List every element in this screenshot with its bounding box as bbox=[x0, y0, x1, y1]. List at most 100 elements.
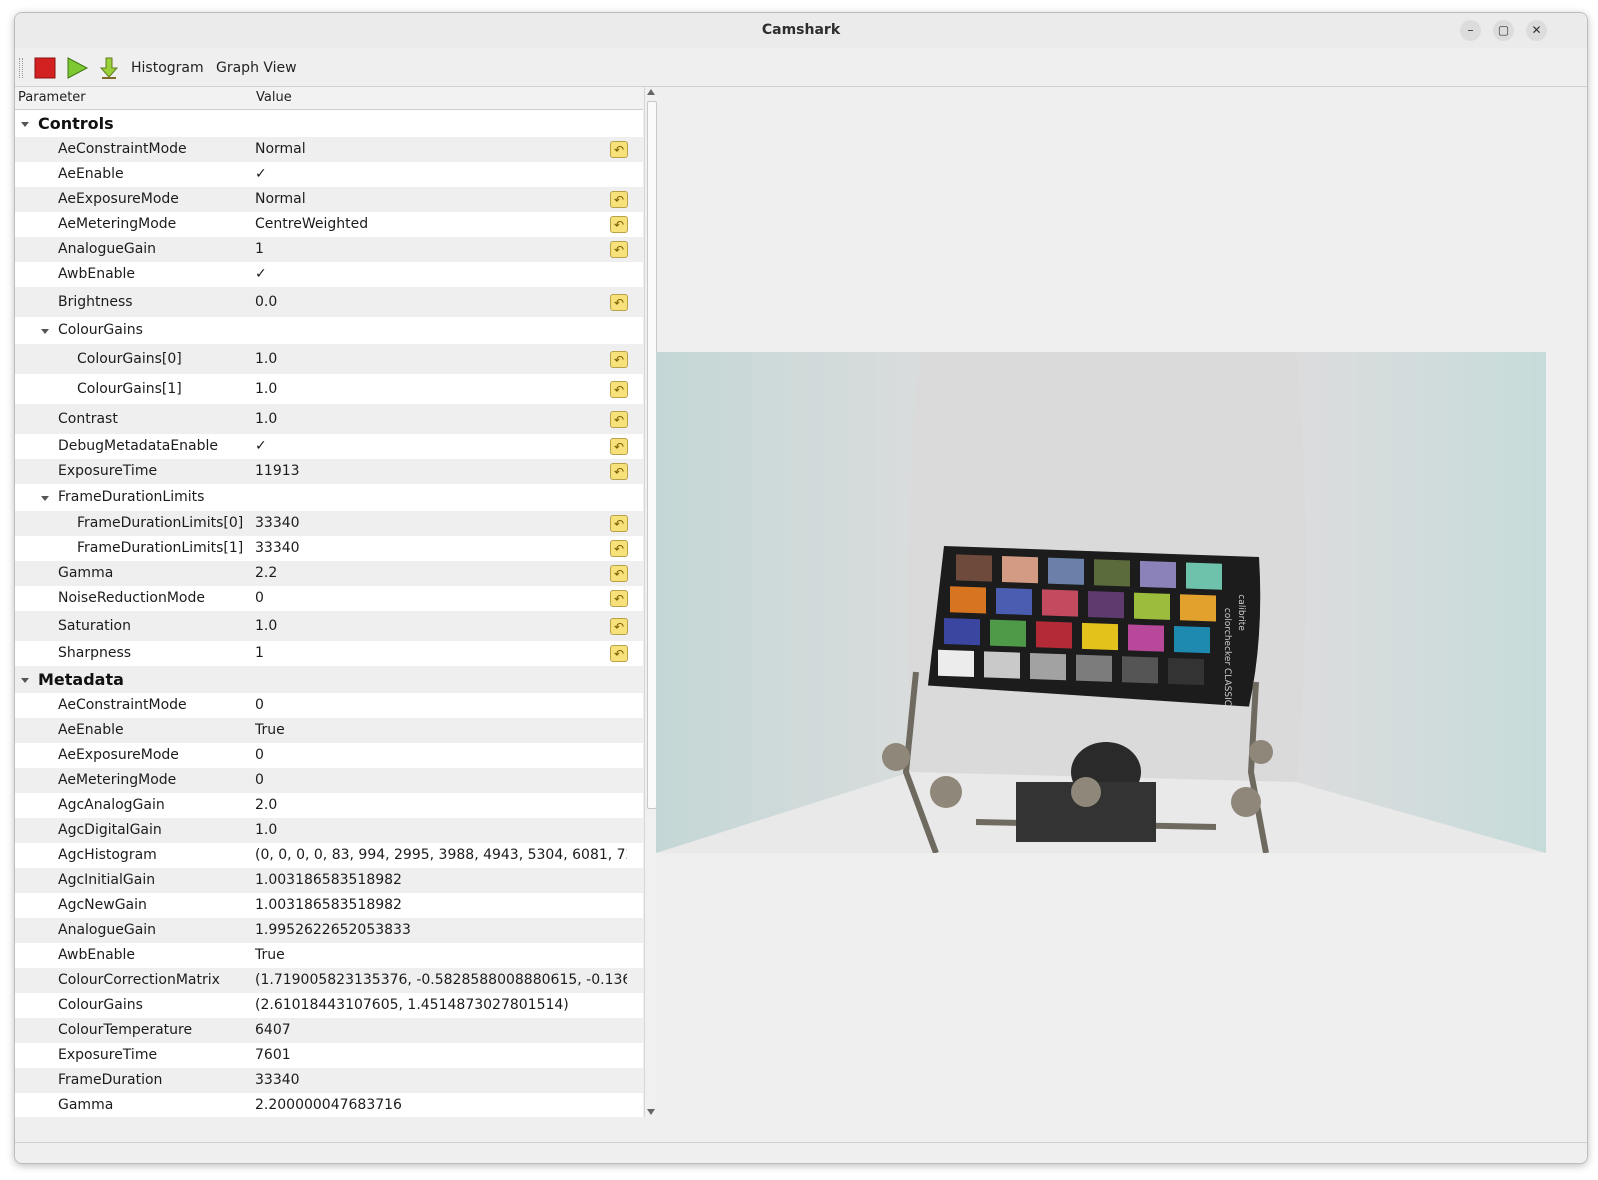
tree-row[interactable]: Gamma 2.2 ↶ bbox=[15, 561, 643, 586]
tree-row[interactable]: Brightness 0.0 ↶ bbox=[15, 287, 643, 317]
tree-row-value[interactable]: 33340 bbox=[255, 536, 627, 561]
tree-row[interactable]: ColourCorrectionMatrix (1.719005823135376… bbox=[15, 968, 643, 993]
tree-row-value[interactable]: Normal bbox=[255, 137, 627, 162]
tree-row[interactable]: FrameDurationLimits[0] 33340 ↶ bbox=[15, 511, 643, 536]
tree-section-row[interactable]: Controls bbox=[15, 110, 643, 137]
tree-row-value[interactable]: 1.0 bbox=[255, 374, 627, 404]
tree-row[interactable]: AnalogueGain 1.9952622652053833 bbox=[15, 918, 643, 943]
tree-row-value[interactable]: (0, 0, 0, 0, 83, 994, 2995, 3988, 4943, … bbox=[255, 843, 627, 868]
tree-row-value[interactable]: 1 bbox=[255, 641, 627, 666]
histogram-button[interactable]: Histogram bbox=[131, 58, 204, 78]
column-header-value[interactable]: Value bbox=[256, 90, 292, 105]
play-button[interactable] bbox=[65, 56, 89, 80]
column-header-parameter[interactable]: Parameter bbox=[18, 90, 86, 105]
maximize-button[interactable]: ▢ bbox=[1493, 20, 1514, 41]
tree-row[interactable]: AgcInitialGain 1.003186583518982 bbox=[15, 868, 643, 893]
tree-row-value[interactable]: 0 bbox=[255, 743, 627, 768]
tree-row-value[interactable]: (1.719005823135376, -0.5828588008880615,… bbox=[255, 968, 627, 993]
tree-row-value[interactable]: 1.0 bbox=[255, 344, 627, 374]
tree-row[interactable]: ColourTemperature 6407 bbox=[15, 1018, 643, 1043]
tree-row-value[interactable]: 33340 bbox=[255, 511, 627, 536]
reset-icon[interactable]: ↶ bbox=[610, 590, 628, 607]
reset-icon[interactable]: ↶ bbox=[610, 293, 628, 311]
collapse-arrow-icon[interactable] bbox=[21, 677, 29, 683]
tree-row[interactable]: FrameDuration 33340 bbox=[15, 1068, 643, 1093]
tree-row-value[interactable]: 7601 bbox=[255, 1043, 627, 1068]
tree-row[interactable]: AgcHistogram (0, 0, 0, 0, 83, 994, 2995, … bbox=[15, 843, 643, 868]
reset-icon[interactable]: ↶ bbox=[610, 645, 628, 662]
tree-row[interactable]: ExposureTime 11913 ↶ bbox=[15, 459, 643, 484]
tree-row-value[interactable]: (2.61018443107605, 1.4514873027801514) bbox=[255, 993, 627, 1018]
tree-row-value[interactable]: CentreWeighted bbox=[255, 212, 627, 237]
tree-row-checkbox[interactable]: ✓ bbox=[255, 434, 627, 459]
reset-icon[interactable]: ↶ bbox=[610, 350, 628, 368]
reset-icon[interactable]: ↶ bbox=[610, 241, 628, 258]
graph-view-button[interactable]: Graph View bbox=[216, 58, 297, 78]
tree-row-value[interactable]: 2.0 bbox=[255, 793, 627, 818]
tree-row-value[interactable]: 11913 bbox=[255, 459, 627, 484]
reset-icon[interactable]: ↶ bbox=[610, 141, 628, 158]
tree-row-value[interactable]: 2.200000047683716 bbox=[255, 1093, 627, 1117]
tree-row-value[interactable]: 1.003186583518982 bbox=[255, 868, 627, 893]
tree-row[interactable]: AeExposureMode Normal ↶ bbox=[15, 187, 643, 212]
tree-row-value[interactable]: 1.0 bbox=[255, 611, 627, 641]
tree-row-value[interactable]: 1.003186583518982 bbox=[255, 893, 627, 918]
toolbar-grip-icon[interactable] bbox=[19, 58, 23, 78]
reset-icon[interactable]: ↶ bbox=[610, 515, 628, 532]
tree-row[interactable]: Saturation 1.0 ↶ bbox=[15, 611, 643, 641]
reset-icon[interactable]: ↶ bbox=[610, 410, 628, 428]
tree-row[interactable]: DebugMetadataEnable ✓ ↶ bbox=[15, 434, 643, 459]
tree-row[interactable]: AeEnable ✓ bbox=[15, 162, 643, 187]
download-button[interactable] bbox=[97, 56, 121, 80]
scroll-up-icon[interactable] bbox=[647, 89, 655, 95]
tree-row-value[interactable]: 1.0 bbox=[255, 818, 627, 843]
tree-row[interactable]: AwbEnable True bbox=[15, 943, 643, 968]
reset-icon[interactable]: ↶ bbox=[610, 617, 628, 635]
tree-section-row[interactable]: Metadata bbox=[15, 666, 643, 693]
reset-icon[interactable]: ↶ bbox=[610, 216, 628, 233]
collapse-arrow-icon[interactable] bbox=[41, 495, 49, 501]
tree-row[interactable]: AeExposureMode 0 bbox=[15, 743, 643, 768]
tree-row-value[interactable]: 0 bbox=[255, 693, 627, 718]
tree-row-value[interactable]: 0.0 bbox=[255, 287, 627, 317]
tree-row[interactable]: Contrast 1.0 ↶ bbox=[15, 404, 643, 434]
reset-icon[interactable]: ↶ bbox=[610, 380, 628, 398]
tree-row-value[interactable]: 1.0 bbox=[255, 404, 627, 434]
tree-row[interactable]: NoiseReductionMode 0 ↶ bbox=[15, 586, 643, 611]
stop-button[interactable] bbox=[33, 56, 57, 80]
tree-row[interactable]: AgcDigitalGain 1.0 bbox=[15, 818, 643, 843]
reset-icon[interactable]: ↶ bbox=[610, 565, 628, 582]
tree-row-value[interactable]: 0 bbox=[255, 768, 627, 793]
tree-row-value[interactable]: Normal bbox=[255, 187, 627, 212]
tree-row-value[interactable]: 33340 bbox=[255, 1068, 627, 1093]
tree-row[interactable]: ColourGains bbox=[15, 317, 643, 344]
parameter-tree[interactable]: Parameter Value Controls AeConstraintMode… bbox=[15, 87, 643, 1117]
tree-row-value[interactable]: 1 bbox=[255, 237, 627, 262]
tree-row[interactable]: ColourGains[0] 1.0 ↶ bbox=[15, 344, 643, 374]
tree-row-value[interactable]: 1.9952622652053833 bbox=[255, 918, 627, 943]
reset-icon[interactable]: ↶ bbox=[610, 191, 628, 208]
tree-row[interactable]: AgcNewGain 1.003186583518982 bbox=[15, 893, 643, 918]
tree-row-value[interactable]: True bbox=[255, 718, 627, 743]
scroll-down-icon[interactable] bbox=[647, 1109, 655, 1115]
tree-row[interactable]: ColourGains (2.61018443107605, 1.45148730… bbox=[15, 993, 643, 1018]
tree-row[interactable]: AeConstraintMode 0 bbox=[15, 693, 643, 718]
tree-row[interactable]: Sharpness 1 ↶ bbox=[15, 641, 643, 666]
close-button[interactable]: ✕ bbox=[1526, 20, 1547, 41]
minimize-button[interactable]: – bbox=[1460, 20, 1481, 41]
tree-row[interactable]: AnalogueGain 1 ↶ bbox=[15, 237, 643, 262]
tree-row-checkbox[interactable]: ✓ bbox=[255, 162, 627, 187]
collapse-arrow-icon[interactable] bbox=[41, 328, 49, 334]
tree-row[interactable]: AgcAnalogGain 2.0 bbox=[15, 793, 643, 818]
tree-row-checkbox[interactable]: ✓ bbox=[255, 262, 627, 287]
tree-row[interactable]: AeEnable True bbox=[15, 718, 643, 743]
reset-icon[interactable]: ↶ bbox=[610, 463, 628, 480]
tree-row[interactable]: FrameDurationLimits bbox=[15, 484, 643, 511]
reset-icon[interactable]: ↶ bbox=[610, 540, 628, 557]
tree-row[interactable]: AeConstraintMode Normal ↶ bbox=[15, 137, 643, 162]
tree-row-value[interactable]: 2.2 bbox=[255, 561, 627, 586]
reset-icon[interactable]: ↶ bbox=[610, 438, 628, 455]
tree-row-value[interactable]: 6407 bbox=[255, 1018, 627, 1043]
collapse-arrow-icon[interactable] bbox=[21, 121, 29, 127]
tree-row[interactable]: AeMeteringMode CentreWeighted ↶ bbox=[15, 212, 643, 237]
